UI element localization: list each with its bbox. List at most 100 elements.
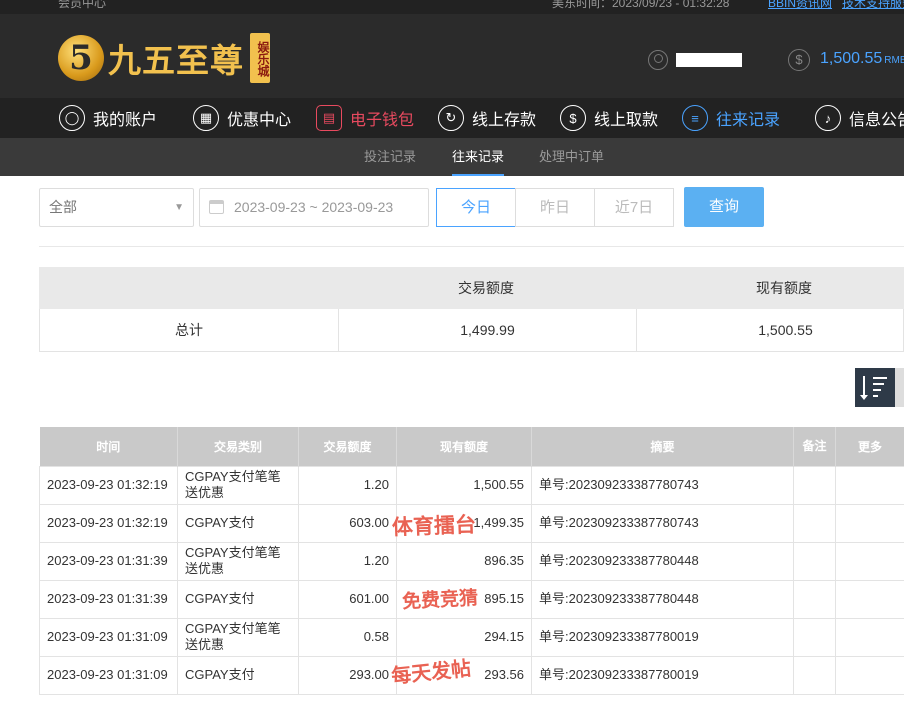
sort-bars-icon xyxy=(865,377,887,401)
cell-type: CGPAY支付 xyxy=(177,655,299,695)
nav-online-withdraw[interactable]: $ 线上取款 xyxy=(560,98,658,138)
news-link[interactable]: BBIN资讯网 xyxy=(768,0,832,9)
balance-value: 1,500.55 xyxy=(820,50,883,67)
summary-head-amount: 交易额度 xyxy=(458,280,514,296)
cell-time: 2023-09-23 01:32:19 xyxy=(39,503,178,543)
nav-label: 信息公告 xyxy=(849,112,904,129)
wallet-icon: ▤ xyxy=(316,105,342,131)
col-more: 更多 xyxy=(835,427,904,466)
today-button[interactable]: 今日 xyxy=(436,188,516,227)
col-remark: 备注 xyxy=(793,427,836,466)
cell-amount: 1.20 xyxy=(298,541,397,581)
nav-announcements[interactable]: ♪ 信息公告 xyxy=(815,98,904,138)
cell-more[interactable] xyxy=(835,655,904,695)
cell-balance: 294.15 xyxy=(396,617,532,657)
cell-summary: 单号:202309233387780448 xyxy=(531,579,794,619)
cell-time: 2023-09-23 01:31:09 xyxy=(39,617,178,657)
server-time: 美东时间：2023/09/23 - 01:32:28 xyxy=(552,0,730,10)
deposit-icon: ↻ xyxy=(438,105,464,131)
summary-total-label: 总计 xyxy=(175,322,203,338)
user-icon xyxy=(648,50,668,70)
summary-total-row: 总计 1,499.99 1,500.55 xyxy=(39,309,904,352)
sub-nav: 投注记录 往来记录 处理中订单 xyxy=(0,138,904,176)
nav-e-wallet[interactable]: ▤ 电子钱包 xyxy=(316,98,414,138)
cell-remark xyxy=(793,465,836,505)
type-select[interactable]: 全部 ▼ xyxy=(39,188,194,227)
nav-label: 线上存款 xyxy=(472,112,537,129)
nav-label: 优惠中心 xyxy=(227,112,292,129)
date-range-input[interactable]: 2023-09-23 ~ 2023-09-23 xyxy=(199,188,429,227)
cell-type: CGPAY支付笔笔送优惠 xyxy=(177,617,299,657)
nav-transaction-records[interactable]: ≡ 往来记录 xyxy=(682,98,780,138)
cell-remark xyxy=(793,655,836,695)
records-icon: ≡ xyxy=(682,105,708,131)
column-toggle-tab[interactable] xyxy=(895,368,904,407)
cell-remark xyxy=(793,579,836,619)
nav-label: 往来记录 xyxy=(716,112,781,129)
cell-summary: 单号:202309233387780019 xyxy=(531,655,794,695)
cell-time: 2023-09-23 01:31:09 xyxy=(39,655,178,695)
cell-time: 2023-09-23 01:31:39 xyxy=(39,579,178,619)
nav-label: 我的账户 xyxy=(93,112,158,129)
cell-amount: 603.00 xyxy=(298,503,397,543)
col-time: 时间 xyxy=(39,427,178,466)
nav-online-deposit[interactable]: ↻ 线上存款 xyxy=(438,98,536,138)
tab-transaction-records[interactable]: 往来记录 xyxy=(452,138,505,176)
search-button[interactable]: 查询 xyxy=(684,187,764,227)
cell-time: 2023-09-23 01:32:19 xyxy=(39,465,178,505)
tab-bet-records[interactable]: 投注记录 xyxy=(364,138,416,176)
table-row: 2023-09-23 01:31:39 CGPAY支付笔笔送优惠 1.20 89… xyxy=(39,541,904,581)
balance-unit: RMB xyxy=(884,55,904,66)
cell-type: CGPAY支付笔笔送优惠 xyxy=(177,541,299,581)
summary-head-balance: 现有额度 xyxy=(756,280,812,296)
username-redacted xyxy=(676,53,742,67)
col-amount: 交易额度 xyxy=(298,427,397,466)
nav-my-account[interactable]: ◯ 我的账户 xyxy=(59,98,157,138)
cell-more[interactable] xyxy=(835,503,904,543)
tab-pending-orders[interactable]: 处理中订单 xyxy=(539,138,604,176)
gift-icon: ▦ xyxy=(193,105,219,131)
cell-amount: 1.20 xyxy=(298,465,397,505)
logo-seal: 娱乐城 xyxy=(250,33,270,83)
cell-more[interactable] xyxy=(835,579,904,619)
last-7-days-button[interactable]: 近7日 xyxy=(594,188,674,227)
date-range-value: 2023-09-23 ~ 2023-09-23 xyxy=(234,199,394,215)
nav-promotions[interactable]: ▦ 优惠中心 xyxy=(193,98,291,138)
cell-type: CGPAY支付 xyxy=(177,579,299,619)
logo-mark: 5 xyxy=(58,35,104,81)
type-select-value: 全部 xyxy=(49,199,77,215)
cell-summary: 单号:202309233387780448 xyxy=(531,541,794,581)
sort-button[interactable] xyxy=(855,368,895,407)
cell-more[interactable] xyxy=(835,541,904,581)
cell-more[interactable] xyxy=(835,465,904,505)
support-link[interactable]: 技术支持服务 xyxy=(842,0,904,9)
main-nav: ◯ 我的账户 ▦ 优惠中心 ▤ 电子钱包 ↻ 线上存款 $ 线上取款 ≡ 往来记录 ♪ 信息公… xyxy=(0,98,904,138)
cell-amount: 293.00 xyxy=(298,655,397,695)
cell-balance: 896.35 xyxy=(396,541,532,581)
col-type: 交易类别 xyxy=(177,427,299,466)
records-table: 时间 交易类别 交易额度 现有额度 摘要 备注 更多 2023-09-23 01… xyxy=(39,427,904,695)
member-center-link[interactable]: 会员中心 xyxy=(58,0,106,9)
yesterday-button[interactable]: 昨日 xyxy=(515,188,595,227)
site-header: 5 九五至尊 娱乐城 $ 1,500.55 RMB xyxy=(0,14,904,98)
logo-text: 九五至尊 xyxy=(108,41,244,80)
site-logo[interactable]: 5 九五至尊 娱乐城 xyxy=(58,32,270,84)
cell-summary: 单号:202309233387780743 xyxy=(531,503,794,543)
cell-summary: 单号:202309233387780743 xyxy=(531,465,794,505)
cell-remark xyxy=(793,617,836,657)
dollar-icon: $ xyxy=(788,49,810,71)
withdraw-icon: $ xyxy=(560,105,586,131)
nav-label: 电子钱包 xyxy=(350,112,415,129)
cell-balance: 1,500.55 xyxy=(396,465,532,505)
bell-icon: ♪ xyxy=(815,105,841,131)
cell-type: CGPAY支付 xyxy=(177,503,299,543)
col-summary: 摘要 xyxy=(531,427,794,466)
cell-type: CGPAY支付笔笔送优惠 xyxy=(177,465,299,505)
table-header-row: 时间 交易类别 交易额度 现有额度 摘要 备注 更多 xyxy=(39,427,904,466)
top-strip: 会员中心 美东时间：2023/09/23 - 01:32:28 BBIN资讯网 … xyxy=(0,0,904,14)
cell-remark xyxy=(793,541,836,581)
summary-header: 交易额度 现有额度 xyxy=(39,267,904,309)
cell-more[interactable] xyxy=(835,617,904,657)
summary-total-amount: 1,499.99 xyxy=(338,309,636,351)
col-balance: 现有额度 xyxy=(396,427,532,466)
